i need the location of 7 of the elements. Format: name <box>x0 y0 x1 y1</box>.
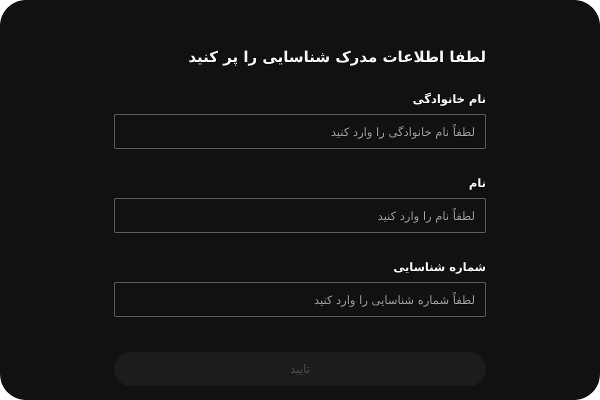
field-label: شماره شناسایی <box>393 260 486 274</box>
input-field[interactable]: لطفاً شماره شناسایی را وارد کنید <box>114 282 486 317</box>
input-field[interactable]: لطفاً نام را وارد کنید <box>114 198 486 233</box>
input-field[interactable]: لطفاً نام خانوادگی را وارد کنید <box>114 114 486 149</box>
field-label: نام <box>468 176 486 190</box>
form-title: لطفا اطلاعات مدرک شناسایی را پر کنید <box>188 48 486 66</box>
field-label: نام خانوادگی <box>412 92 486 106</box>
